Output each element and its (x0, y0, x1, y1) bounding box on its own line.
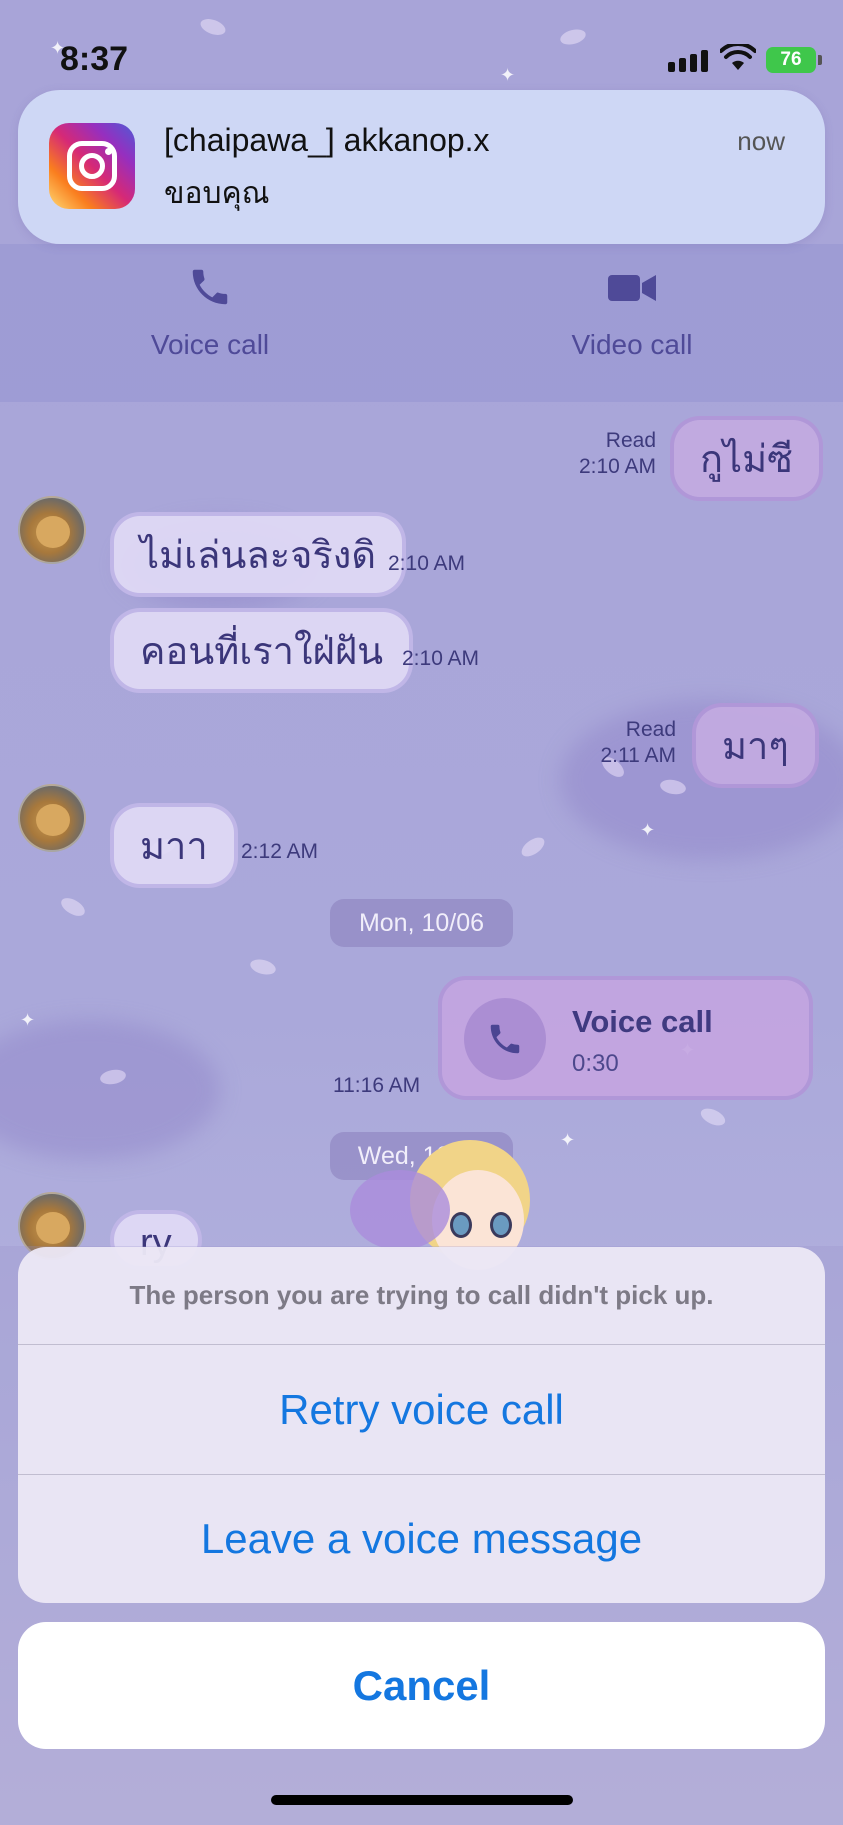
battery-level: 76 (780, 49, 802, 70)
message-text: ไม่เล่นละจริงดิ (140, 535, 377, 577)
date-separator: Mon, 10/06 (330, 899, 513, 947)
sticker-image[interactable] (350, 1140, 550, 1270)
message-bubble-incoming[interactable]: ไม่เล่นละจริงดิ (110, 512, 407, 597)
contact-avatar[interactable] (18, 784, 86, 852)
message-text: คอนที่เราใฝ่ฝัน (140, 631, 384, 673)
message-bubble-incoming[interactable]: มาา (110, 803, 238, 888)
phone-icon (192, 269, 228, 305)
notification-body: ขอบคุณ (164, 177, 270, 210)
signal-icon (668, 50, 708, 72)
home-indicator[interactable] (271, 1795, 573, 1805)
call-card-title: Voice call (572, 1004, 713, 1039)
voice-call-log-card[interactable]: Voice call 0:30 (438, 976, 813, 1100)
status-bar: 8:37 76 (0, 0, 843, 92)
message-time: 2:12 AM (241, 840, 319, 863)
voice-call-button[interactable]: Voice call (110, 264, 310, 361)
wifi-icon (719, 41, 757, 77)
message-bubble-outgoing[interactable]: กูไม่ซี (670, 416, 823, 501)
notification-banner[interactable]: [chaipawa_] akkanop.x ขอบคุณ now (18, 90, 825, 244)
message-text: กูไม่ซี (700, 439, 793, 481)
leave-voice-message-button[interactable]: Leave a voice message (18, 1474, 825, 1603)
message-time: 2:10 AM (402, 647, 480, 670)
message-time: 11:16 AM (333, 1074, 421, 1097)
contact-avatar[interactable] (18, 496, 86, 564)
chat-header-call-bar: Voice call Video call (0, 244, 843, 402)
video-call-label: Video call (571, 329, 693, 360)
message-time: 2:10 AM (388, 552, 466, 575)
read-receipt: Read 2:10 AM (578, 429, 656, 478)
call-failed-action-sheet: The person you are trying to call didn't… (18, 1247, 825, 1603)
action-sheet-message: The person you are trying to call didn't… (18, 1247, 825, 1345)
battery-nub (818, 55, 822, 65)
status-time: 8:37 (60, 40, 129, 78)
video-camera-icon (608, 275, 656, 301)
notification-time: now (737, 126, 785, 156)
message-text: มาา (140, 826, 208, 868)
cancel-button[interactable]: Cancel (18, 1622, 825, 1749)
phone-icon (464, 998, 546, 1080)
call-card-duration: 0:30 (572, 1050, 619, 1077)
video-call-button[interactable]: Video call (532, 264, 732, 361)
instagram-icon (49, 123, 135, 209)
message-text: มาๆ (722, 726, 789, 768)
read-receipt: Read 2:11 AM (600, 718, 677, 767)
retry-voice-call-button[interactable]: Retry voice call (18, 1345, 825, 1474)
message-bubble-incoming[interactable]: คอนที่เราใฝ่ฝัน (110, 608, 414, 693)
voice-call-label: Voice call (150, 329, 270, 360)
message-bubble-outgoing[interactable]: มาๆ (692, 703, 819, 788)
notification-title: [chaipawa_] akkanop.x (164, 122, 490, 158)
battery-icon: 76 (766, 47, 816, 73)
